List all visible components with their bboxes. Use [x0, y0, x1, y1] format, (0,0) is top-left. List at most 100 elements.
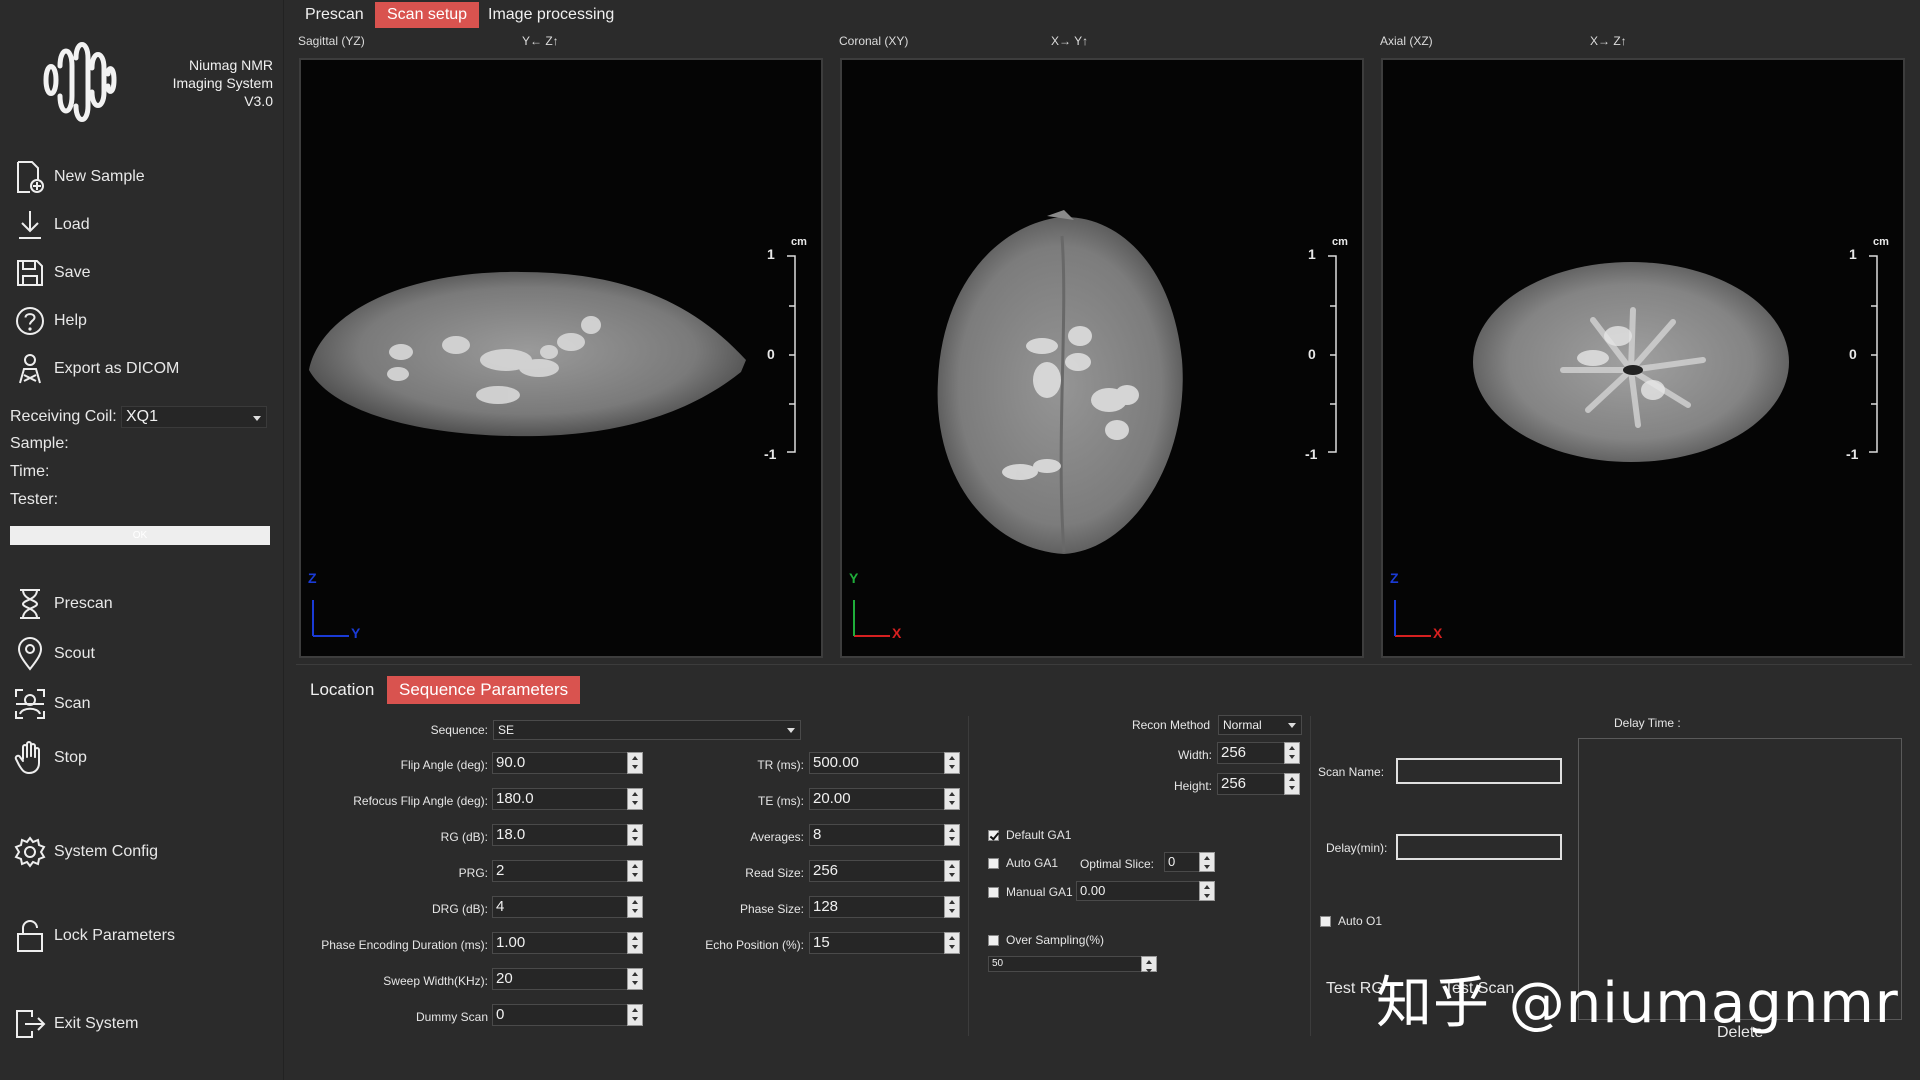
flip-angle-input[interactable]: 90.0	[492, 752, 643, 774]
new-sample-button[interactable]: New Sample	[12, 157, 272, 197]
spin-arrows-icon[interactable]	[1199, 852, 1215, 872]
spin-arrows-icon[interactable]	[944, 752, 960, 774]
delay-min-input[interactable]	[1396, 834, 1562, 860]
sweep-width-input[interactable]: 20	[492, 968, 643, 990]
axial-title: Axial (XZ)	[1380, 34, 1433, 48]
niumag-logo-icon	[43, 42, 117, 122]
hand-icon	[12, 740, 48, 776]
scale-unit: cm	[791, 236, 807, 248]
recon-method-select[interactable]: Normal	[1218, 715, 1302, 735]
chevron-down-icon	[253, 416, 261, 421]
axial-viewport[interactable]: cm 1 0 -1 X Z	[1381, 58, 1905, 658]
sample-label: Sample:	[10, 435, 69, 452]
over-sampling-checkbox[interactable]: Over Sampling(%)	[988, 933, 1104, 947]
prg-input[interactable]: 2	[492, 860, 643, 882]
sequence-value: SE	[498, 723, 515, 737]
coronal-axes: X→ Y↑	[1051, 34, 1089, 48]
lock-parameters-button[interactable]: Lock Parameters	[12, 916, 272, 956]
auto-o1-checkbox[interactable]: Auto O1	[1320, 914, 1382, 928]
sequence-label: Sequence:	[430, 723, 488, 737]
prg-label: PRG:	[458, 866, 488, 880]
scan-button[interactable]: Scan	[12, 684, 272, 724]
manual-ga1-checkbox[interactable]: Manual GA1	[988, 885, 1073, 899]
over-sampling-input[interactable]: 50	[988, 956, 1157, 973]
scout-button[interactable]: Scout	[12, 634, 272, 674]
dummy-scan-input[interactable]: 0	[492, 1004, 643, 1026]
tab-location[interactable]: Location	[298, 676, 386, 704]
default-ga1-checkbox[interactable]: Default GA1	[988, 828, 1071, 842]
prescan-button[interactable]: Prescan	[12, 584, 272, 624]
refocus-flip-angle-input[interactable]: 180.0	[492, 788, 643, 810]
exit-system-button[interactable]: Exit System	[12, 1004, 272, 1044]
spin-arrows-icon[interactable]	[1141, 956, 1157, 973]
stop-button[interactable]: Stop	[12, 738, 272, 778]
height-value: 256	[1221, 775, 1247, 792]
axis-h-label: Y	[351, 625, 361, 641]
coronal-viewport[interactable]: cm 1 0 -1 X Y	[840, 58, 1364, 658]
tr-input[interactable]: 500.00	[809, 752, 960, 774]
load-button[interactable]: Load	[12, 205, 272, 245]
read-size-label: Read Size:	[745, 866, 804, 880]
echo-position-input[interactable]: 15	[809, 932, 960, 954]
axis-h-label: X	[1433, 625, 1443, 641]
tab-sequence-parameters[interactable]: Sequence Parameters	[387, 676, 581, 704]
auto-o1-label: Auto O1	[1338, 914, 1383, 928]
spin-arrows-icon[interactable]	[627, 1004, 643, 1026]
delay-min-label: Delay(min):	[1326, 841, 1388, 855]
export-dicom-button[interactable]: Export as DICOM	[12, 349, 272, 389]
scale-mid: 0	[767, 346, 775, 362]
sweep-width-label: Sweep Width(KHz):	[383, 974, 488, 988]
system-config-button[interactable]: System Config	[12, 832, 272, 872]
app-logo: Niumag NMR Imaging System V3.0	[38, 40, 273, 130]
sagittal-viewport[interactable]: cm 1 0 -1 Y Z	[299, 58, 823, 658]
scan-name-input[interactable]	[1396, 758, 1562, 784]
spin-arrows-icon[interactable]	[944, 932, 960, 954]
averages-label: Averages:	[750, 830, 804, 844]
help-button[interactable]: Help	[12, 301, 272, 341]
te-input[interactable]: 20.00	[809, 788, 960, 810]
tab-image-processing[interactable]: Image processing	[476, 2, 626, 28]
spin-arrows-icon[interactable]	[1199, 881, 1215, 901]
te-value: 20.00	[813, 790, 851, 807]
ok-button[interactable]: OK	[10, 526, 270, 545]
prg-value: 2	[496, 862, 505, 879]
axial-mri-image	[1394, 255, 1878, 637]
tab-prescan[interactable]: Prescan	[293, 2, 376, 28]
height-input[interactable]: 256	[1217, 773, 1300, 795]
refocus-flip-angle-label: Refocus Flip Angle (deg):	[353, 794, 488, 808]
help-icon	[12, 303, 48, 339]
spin-arrows-icon[interactable]	[944, 860, 960, 882]
sagittal-mri-image	[309, 255, 796, 637]
chevron-down-icon	[1288, 723, 1296, 728]
app-title: Niumag NMR Imaging System V3.0	[128, 56, 273, 110]
read-size-input[interactable]: 256	[809, 860, 960, 882]
app-name-line1: Niumag NMR	[188, 57, 273, 73]
manual-ga1-input[interactable]: 0.00	[1076, 881, 1215, 901]
sequence-select[interactable]: SE	[493, 720, 801, 740]
download-icon	[12, 207, 48, 243]
tab-scan-setup[interactable]: Scan setup	[375, 2, 480, 28]
optimal-slice-input[interactable]: 0	[1164, 852, 1215, 872]
refocus-flip-angle-value: 180.0	[496, 790, 534, 807]
phase-encoding-duration-input[interactable]: 1.00	[492, 932, 643, 954]
receiving-coil-select[interactable]: XQ1	[121, 406, 267, 428]
spin-arrows-icon[interactable]	[944, 896, 960, 918]
spin-arrows-icon[interactable]	[627, 968, 643, 990]
spin-arrows-icon[interactable]	[944, 824, 960, 846]
lock-parameters-label: Lock Parameters	[54, 927, 175, 944]
rg-input[interactable]: 18.0	[492, 824, 643, 846]
auto-ga1-checkbox[interactable]: Auto GA1	[988, 856, 1058, 870]
save-button[interactable]: Save	[12, 253, 272, 293]
scale-bottom: -1	[1846, 446, 1859, 462]
echo-position-value: 15	[813, 934, 830, 951]
width-input[interactable]: 256	[1217, 742, 1300, 764]
spin-arrows-icon[interactable]	[1284, 742, 1300, 764]
scout-label: Scout	[54, 645, 95, 662]
spin-arrows-icon[interactable]	[1284, 773, 1300, 795]
averages-input[interactable]: 8	[809, 824, 960, 846]
lock-icon	[12, 918, 48, 954]
phase-size-input[interactable]: 128	[809, 896, 960, 918]
checkbox-icon	[988, 886, 999, 898]
drg-input[interactable]: 4	[492, 896, 643, 918]
spin-arrows-icon[interactable]	[944, 788, 960, 810]
